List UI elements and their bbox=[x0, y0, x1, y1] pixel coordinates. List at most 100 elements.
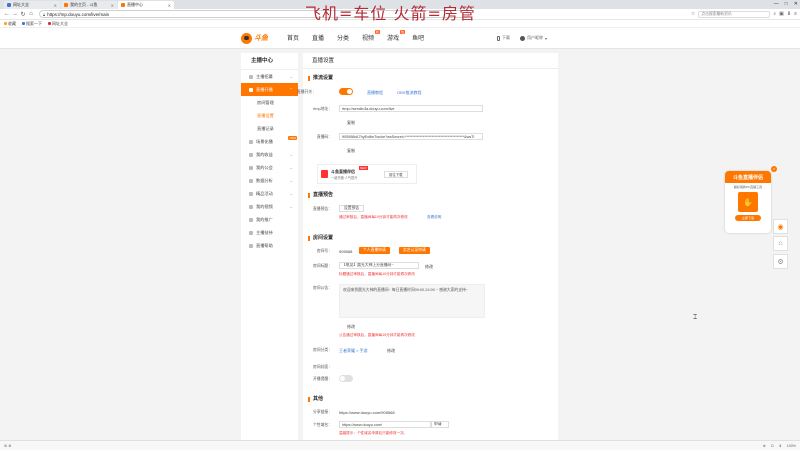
companion-promo[interactable]: 斗鱼直播伴侣 NEW 一键开播 人气提升 前往下载 bbox=[317, 164, 417, 184]
sidebar-item-promotion[interactable]: 我的推广 bbox=[241, 213, 298, 226]
minimize-icon[interactable]: — bbox=[774, 1, 779, 7]
room-name-label: 房间标题： bbox=[313, 264, 332, 268]
live-tool-icon[interactable]: ◉ bbox=[773, 219, 788, 234]
promo-download-button[interactable]: 前往下载 bbox=[384, 171, 408, 178]
sidebar-title: 主播中心 bbox=[241, 53, 298, 70]
bookmark-label: 收藏 bbox=[8, 20, 16, 26]
sidebar-item-scene[interactable]: 场景化播 NEW bbox=[241, 135, 298, 148]
status-icon[interactable]: ⊕ bbox=[763, 444, 766, 448]
bookmark-item[interactable]: 网址大全 bbox=[48, 21, 68, 27]
tab-close-icon[interactable]: ✕ bbox=[111, 3, 114, 8]
browser-tab[interactable]: 网址大全 ✕ bbox=[4, 1, 60, 9]
reload-icon[interactable]: ↻ bbox=[19, 11, 27, 18]
gear-icon[interactable]: ⚙ bbox=[773, 254, 788, 269]
room-notice-field[interactable]: 欢迎来到晨光大神的直播间~ 每日直播时间09:00-24:00 ~ 感谢大家的支… bbox=[339, 284, 485, 318]
nav-game[interactable]: 游戏热 bbox=[387, 30, 406, 42]
set-preview-button[interactable]: 设置预告 bbox=[339, 205, 365, 212]
share-link-value[interactable]: https://www.douyu.com/905568 bbox=[339, 410, 395, 415]
sidebar-sub-settings[interactable]: 直播设置 bbox=[241, 109, 298, 122]
window-controls: — □ ✕ bbox=[774, 1, 798, 7]
sidebar-sub-room[interactable]: 房间管理 bbox=[241, 96, 298, 109]
custom-domain-label: 个性域名： bbox=[313, 423, 332, 427]
close-window-icon[interactable]: ✕ bbox=[794, 1, 798, 7]
promo-subtitle: 一键开播 人气提升 bbox=[331, 176, 358, 180]
nav-video[interactable]: 视频新 bbox=[362, 30, 381, 42]
room-category-link[interactable]: 王者荣耀 > 手游 bbox=[339, 348, 368, 354]
browser-tab-active[interactable]: 直播中心 ✕ bbox=[118, 1, 174, 9]
search-icon[interactable]: ⌕ bbox=[773, 11, 776, 17]
tutorial-link[interactable]: 直播教程 bbox=[367, 90, 383, 96]
room-id-label: 房间号： bbox=[316, 249, 332, 253]
menu-icon[interactable]: ≡ bbox=[794, 11, 797, 17]
sidebar-item-analytics[interactable]: 数据分析 ⌄ bbox=[241, 174, 298, 187]
logo-text: 斗鱼 bbox=[254, 35, 268, 42]
ad-download-button[interactable]: 立即下载 bbox=[735, 215, 761, 221]
bookmark-label: 搜索一下 bbox=[26, 20, 42, 26]
forward-icon[interactable]: → bbox=[11, 11, 19, 17]
tab-close-icon[interactable]: ✕ bbox=[54, 3, 57, 8]
bookmark-item[interactable]: 收藏 bbox=[4, 21, 16, 27]
main-nav: 首页 直播 分类 视频新 游戏热 鱼吧 bbox=[287, 30, 437, 42]
obs-tutorial-link[interactable]: OBS推流教程 bbox=[397, 90, 421, 96]
sidebar-item-income[interactable]: 我的收益 ⌄ bbox=[241, 148, 298, 161]
user-menu[interactable]: 用户昵称 ▾ bbox=[520, 35, 547, 41]
apply-stream-button[interactable]: 个人直播申请 bbox=[359, 247, 390, 254]
live-switch-toggle[interactable] bbox=[339, 88, 353, 95]
home-icon[interactable]: ⌂ bbox=[27, 11, 35, 17]
copy-rtmp-button[interactable]: 复制 bbox=[347, 120, 355, 126]
download-icon[interactable]: ⬇ bbox=[787, 11, 791, 17]
tab-close-icon[interactable]: ✕ bbox=[168, 3, 171, 8]
support-icon bbox=[249, 230, 253, 235]
ad-close-icon[interactable]: × bbox=[771, 166, 777, 172]
browser-tab[interactable]: 我的主页 - 斗鱼 ✕ bbox=[61, 1, 117, 9]
tab-label: 网址大全 bbox=[13, 2, 29, 7]
edit-notice[interactable]: 修改 bbox=[347, 324, 355, 330]
home-tool-icon[interactable]: ⌂ bbox=[773, 236, 788, 251]
bookmark-item[interactable]: 搜索一下 bbox=[22, 21, 42, 27]
preview-help-link[interactable]: 查看说明 bbox=[427, 215, 441, 220]
rtmp-field[interactable]: rtmp://sendtc3a.douyu.com/live bbox=[339, 105, 483, 112]
sidebar-sub-records[interactable]: 直播记录 bbox=[241, 122, 298, 135]
room-id-value: 905568 bbox=[339, 249, 353, 254]
side-search-input[interactable]: 点击搜索最新资讯 bbox=[698, 10, 771, 18]
status-icon[interactable]: ⬇ bbox=[779, 444, 782, 448]
extension-icon[interactable]: ▣ bbox=[779, 11, 784, 17]
sidebar-item-videos[interactable]: 我的视频 ⌄ bbox=[241, 200, 298, 213]
copy-code-button[interactable]: 复制 bbox=[347, 148, 355, 154]
status-icon[interactable]: ⊡ bbox=[771, 444, 774, 448]
main-panel: 直播设置 推流设置 直播开关： 直播教程 OBS推流教程 rtmp地址： rtm… bbox=[297, 53, 558, 443]
nav-home[interactable]: 首页 bbox=[287, 33, 299, 42]
chevron-down-icon: ⌄ bbox=[289, 191, 293, 196]
room-name-field[interactable]: 【电竞】晨光大神上分直播间~ bbox=[339, 262, 419, 269]
edit-room-name[interactable]: 修改 bbox=[425, 264, 433, 270]
custom-domain-field[interactable]: https://www.douyu.com/ bbox=[339, 421, 431, 428]
download-app[interactable]: 下载 bbox=[497, 35, 510, 41]
back-icon[interactable]: ← bbox=[3, 11, 11, 17]
douyu-logo[interactable]: 斗鱼 bbox=[241, 31, 271, 45]
phone-icon bbox=[497, 35, 500, 41]
bookmark-label: 网址大全 bbox=[52, 20, 68, 26]
companion-float-ad[interactable]: 斗鱼直播伴侣 超好用的PC直播工具 ✋ 立即下载 bbox=[725, 171, 771, 233]
verify-button[interactable]: 实名认证申请 bbox=[399, 247, 430, 254]
star-icon[interactable]: ☆ bbox=[691, 11, 695, 17]
sidebar-item-support[interactable]: 主播扶持 bbox=[241, 226, 298, 239]
nav-badge: 热 bbox=[400, 30, 406, 34]
status-left: ⚙ ⚙ bbox=[4, 443, 12, 448]
sidebar-item-recruit[interactable]: 主播招募 ⌄ bbox=[241, 70, 298, 83]
nav-yuba[interactable]: 鱼吧 bbox=[412, 33, 424, 42]
bookmark-star-icon bbox=[4, 22, 7, 25]
sidebar-item-help[interactable]: 直播帮助 bbox=[241, 239, 298, 252]
ad-subtitle: 超好用的PC直播工具 bbox=[733, 185, 763, 189]
maximize-icon[interactable]: □ bbox=[785, 1, 788, 7]
stream-code-field[interactable]: 905568rA7hyEx8mTwcke?wsSecret=**********… bbox=[339, 133, 483, 140]
share-link-label: 分享链接： bbox=[313, 410, 332, 414]
live-remind-toggle[interactable] bbox=[339, 375, 353, 382]
edit-category[interactable]: 修改 bbox=[387, 348, 395, 354]
chart-icon bbox=[249, 178, 253, 183]
sidebar-item-events[interactable]: 精品活动 ⌄ bbox=[241, 187, 298, 200]
nav-category[interactable]: 分类 bbox=[337, 33, 349, 42]
sidebar-item-guild[interactable]: 我的公会 ⌄ bbox=[241, 161, 298, 174]
custom-domain-apply[interactable]: 申请 bbox=[431, 421, 449, 428]
nav-live[interactable]: 直播 bbox=[312, 33, 324, 42]
zoom-level[interactable]: 100% bbox=[787, 444, 796, 448]
